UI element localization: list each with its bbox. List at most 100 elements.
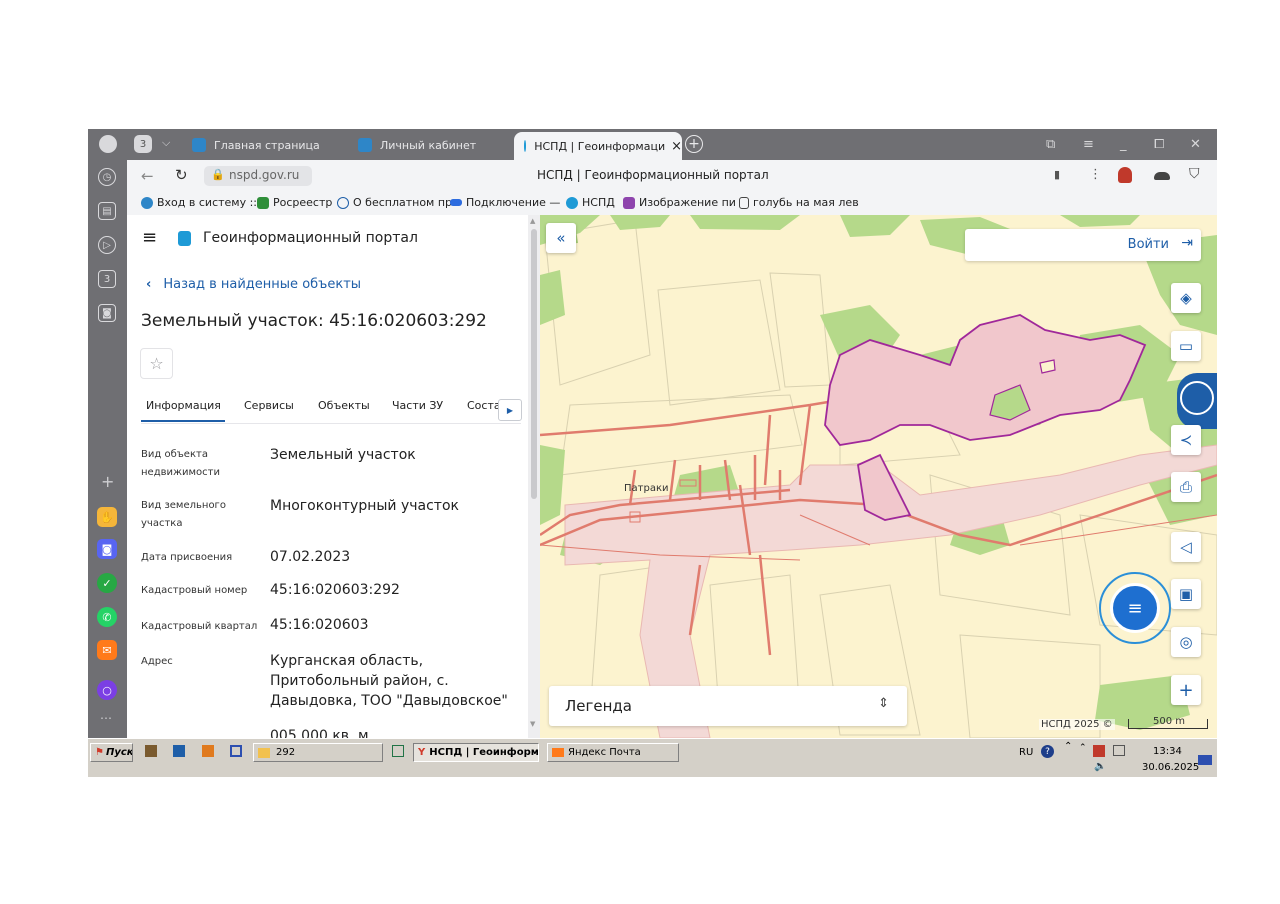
taskbar-button-label: Яндекс Почта [568,747,641,758]
property-value: Земельный участок [270,447,416,463]
chevron-left-icon: ‹ [146,277,152,292]
rosreestr-badge-icon[interactable] [1177,373,1217,429]
bookmark-pigeon[interactable]: голубь на мая лев [739,196,859,209]
alice-icon[interactable]: ○ [97,680,117,700]
reload-icon[interactable]: ↻ [175,166,188,184]
mail-app-icon[interactable]: ✉ [97,640,117,660]
profile-icon[interactable] [99,135,117,153]
hand-app-icon[interactable]: ✋ [97,507,117,527]
hat-extension-icon[interactable] [1154,172,1170,180]
property-label: Вид объекта недвижимости [141,449,220,478]
tray-expand-icon[interactable]: ⌃ [1064,741,1072,752]
discord-icon[interactable]: ◙ [97,539,117,559]
screenshot-icon[interactable]: ◙ [98,304,116,322]
bookmark-rosreestr[interactable]: Росреестр [257,196,332,209]
tab-count-icon[interactable]: 3 [98,270,116,288]
scrollbar-thumb[interactable] [531,229,537,499]
tab-services[interactable]: Сервисы [244,399,294,412]
restore-icon[interactable]: ⧠ [1154,137,1164,152]
object-title: Земельный участок: 45:16:020603:292 [141,311,487,331]
check-app-icon[interactable]: ✓ [97,573,117,593]
clock-date[interactable]: 30.06.2025 [1142,762,1199,773]
bookmark-nspd[interactable]: НСПД [566,196,615,209]
bookmark-connection[interactable]: Подключение — [450,196,560,209]
tabs-scroll-right-button[interactable]: ▶ [498,399,522,421]
extension-icon[interactable] [1118,167,1132,183]
back-to-results-link[interactable]: ‹ Назад в найденные объекты [146,277,361,292]
panel-scrollbar[interactable]: ▲ ▼ [528,215,540,738]
taskbar-yandex-mail[interactable]: Яндекс Почта [547,743,679,762]
property-value: Многоконтурный участок [270,498,459,514]
help-icon[interactable]: ? [1041,745,1054,758]
tab-main-page[interactable]: Главная страница [192,133,320,157]
chat-button[interactable]: ≡ [1099,572,1171,644]
bookmark-image[interactable]: Изображение пи [623,196,736,209]
tab-information[interactable]: Информация [146,399,221,412]
whatsapp-icon[interactable]: ✆ [97,607,117,627]
scroll-down-icon[interactable]: ▼ [530,720,535,728]
back-icon[interactable]: ← [141,167,154,185]
login-bar[interactable]: Войти ⇥ [965,229,1201,261]
browser-tab-bar: 3 ⌵ Главная страница Личный кабинет НСПД… [88,129,1217,160]
legend-panel[interactable]: Легенда ⇕ [549,686,907,726]
share-icon[interactable]: ≺ [1171,425,1201,455]
more-options-icon[interactable]: ⋮ [1089,167,1102,182]
volume-icon[interactable]: 🔈 [1094,761,1106,772]
tabs-overview-icon[interactable]: ⧉ [1046,137,1055,152]
tab-nspd[interactable]: НСПД | Геоинформаци × [514,132,682,160]
hamburger-menu-icon[interactable]: ≡ [142,229,157,247]
tab-parts[interactable]: Части ЗУ [392,399,443,412]
taskbar-button-label: НСПД | Геоинформа... [429,747,539,758]
collections-icon[interactable]: ▤ [98,202,116,220]
login-icon: ⇥ [1181,235,1193,251]
tab-label: Личный кабинет [380,138,477,152]
tab-objects[interactable]: Объекты [318,399,370,412]
tab-counter[interactable]: 3 [134,135,152,153]
layers-icon[interactable]: ◈ [1171,283,1201,313]
geo-search-icon[interactable]: ◎ [1171,627,1201,657]
illustrator-icon[interactable] [202,745,214,757]
location-icon[interactable]: ◁ [1171,532,1201,562]
taskbar-folder-292[interactable]: 292 [253,743,383,762]
collapse-panel-button[interactable]: « [546,223,576,253]
favorite-star-button[interactable]: ☆ [140,348,173,379]
start-button[interactable]: ⚑ Пуск [90,743,133,762]
tab-composition[interactable]: Соста [467,399,499,412]
video-icon [450,199,462,206]
ruler-icon[interactable]: ▭ [1171,331,1201,361]
close-tab-icon[interactable]: × [671,139,682,154]
taskbar-nspd[interactable]: Y НСПД | Геоинформа... [413,743,539,762]
bookmark-icon[interactable]: ▮ [1054,168,1060,181]
tray-app-icon[interactable] [1093,745,1105,757]
print-icon[interactable]: ⎙ [1171,472,1201,502]
history-icon[interactable]: ◷ [98,168,116,186]
map-view[interactable]: Патраки « Войти ⇥ ◈ ▭ ≺ ⎙ ◁ ▣ ◎ + ≡ Леге… [540,215,1217,738]
menu-icon[interactable]: ≡ [1083,137,1094,152]
new-tab-button[interactable]: + [685,135,703,153]
scroll-up-icon[interactable]: ▲ [530,217,535,225]
show-desktop-icon[interactable] [1198,755,1212,765]
excel-icon[interactable] [392,745,404,757]
close-window-icon[interactable]: ✕ [1190,137,1201,152]
bookmark-login[interactable]: Вход в систему :: [141,196,257,209]
library-icon[interactable] [145,745,157,757]
add-app-icon[interactable]: + [101,472,114,491]
tray-up-icon[interactable]: ⌃ [1079,743,1087,753]
language-indicator[interactable]: RU [1019,747,1033,758]
yandex-mail-icon [552,748,564,757]
zoom-in-button[interactable]: + [1171,675,1201,705]
gosuslugi-icon [192,138,206,152]
network-icon[interactable] [1113,745,1125,756]
extensions-icon[interactable]: ⛉ [1189,166,1200,182]
minimap-icon[interactable]: ▣ [1171,579,1201,609]
clock-time[interactable]: 13:34 [1153,746,1182,757]
play-icon[interactable]: ▷ [98,236,116,254]
save-icon[interactable] [230,745,242,757]
bookmark-free[interactable]: О бесплатном пр [337,196,452,209]
more-icon[interactable]: ⋯ [100,711,112,725]
chevron-down-icon[interactable]: ⌵ [162,136,170,150]
tab-personal-account[interactable]: Личный кабинет [358,133,476,157]
map-canvas[interactable] [540,215,1217,738]
minimize-icon[interactable]: _ [1120,137,1127,152]
photoshop-icon[interactable] [173,745,185,757]
